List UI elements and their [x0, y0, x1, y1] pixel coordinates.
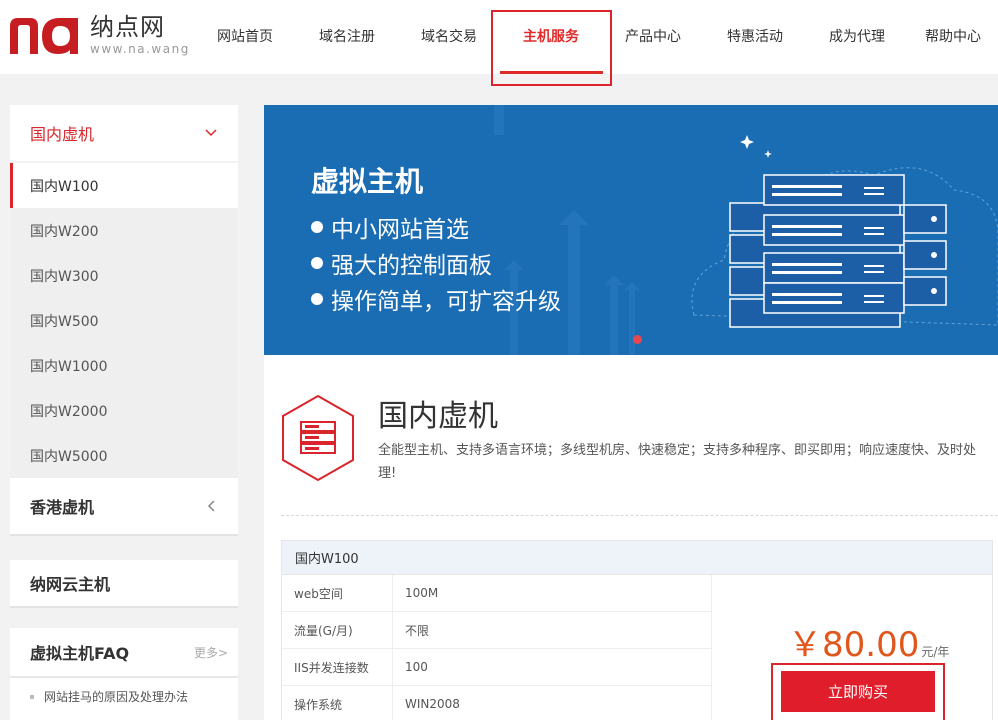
- price-area: ￥80.00 元/年 立即购买: [712, 575, 994, 720]
- logo-en-text: www.na.wang: [90, 42, 190, 56]
- sidebar-domestic-header[interactable]: 国内虚机: [10, 105, 238, 163]
- nav-agent[interactable]: 成为代理: [806, 0, 908, 74]
- sidebar-item-w500[interactable]: 国内W500: [10, 298, 238, 343]
- sidebar-domestic-title: 国内虚机: [30, 125, 95, 144]
- sidebar-item-w200[interactable]: 国内W200: [10, 208, 238, 253]
- banner-point: 中小网站首选: [311, 209, 561, 245]
- hosting-banner[interactable]: 虚拟主机 中小网站首选 强大的控制面板 操作简单，可扩容升级: [264, 105, 998, 355]
- logo-mark-icon: [10, 18, 78, 54]
- sidebar-item-w300[interactable]: 国内W300: [10, 253, 238, 298]
- plan-name: 国内W100: [282, 541, 992, 575]
- faq-header: 虚拟主机FAQ 更多>: [10, 628, 238, 678]
- buy-now-button[interactable]: 立即购买: [781, 671, 935, 712]
- sidebar-hongkong-title: 香港虚机: [30, 498, 95, 517]
- product-panel: 国内虚机 全能型主机、支持多语言环境；多线型机房、快速稳定；支持多种程序、即买即…: [264, 355, 998, 720]
- nav-help[interactable]: 帮助中心: [908, 0, 998, 74]
- spec-label: 操作系统: [282, 686, 393, 720]
- sidebar-cloud-title: 纳网云主机: [30, 575, 111, 594]
- spec-list: web空间 100M 流量(G/月) 不限 IIS并发连接数 100 操作系统 …: [282, 575, 712, 720]
- sidebar-faq: 虚拟主机FAQ 更多> 网站挂马的原因及处理办法: [10, 628, 238, 720]
- product-description: 全能型主机、支持多语言环境；多线型机房、快速稳定；支持多种程序、即买即用；响应速…: [378, 443, 977, 481]
- nav-products[interactable]: 产品中心: [602, 0, 704, 74]
- sidebar-item-w100[interactable]: 国内W100: [10, 163, 238, 208]
- spec-label: IIS并发连接数: [282, 649, 393, 685]
- site-logo[interactable]: 纳点网 www.na.wang: [8, 12, 190, 62]
- sidebar-domestic-list: 国内W100 国内W200 国内W300 国内W500 国内W1000 国内W2…: [10, 163, 238, 478]
- banner-point-text: 中小网站首选: [331, 217, 469, 243]
- sidebar-item-w1000[interactable]: 国内W1000: [10, 343, 238, 388]
- plan-table: 国内W100 web空间 100M 流量(G/月) 不限 IIS并发连接数 10…: [281, 540, 993, 720]
- faq-title: 虚拟主机FAQ: [30, 644, 130, 663]
- nav-home[interactable]: 网站首页: [194, 0, 296, 74]
- sidebar-cloud: 纳网云主机: [10, 560, 238, 608]
- server-hexagon-icon: [282, 394, 354, 482]
- spec-value: 不限: [393, 612, 712, 648]
- product-title: 国内虚机: [378, 399, 498, 434]
- table-row: IIS并发连接数 100: [282, 649, 712, 686]
- table-row: 流量(G/月) 不限: [282, 612, 712, 649]
- banner-point-text: 强大的控制面板: [331, 253, 492, 279]
- nav-domain-trade[interactable]: 域名交易: [398, 0, 500, 74]
- spec-label: web空间: [282, 575, 393, 611]
- nav-domain-register[interactable]: 域名注册: [296, 0, 398, 74]
- bullet-icon: [311, 257, 323, 269]
- price-value: ￥80.00: [788, 625, 920, 665]
- carousel-indicator[interactable]: [633, 335, 642, 344]
- sidebar-hongkong-header[interactable]: 香港虚机: [10, 478, 238, 536]
- logo-cn-text: 纳点网: [90, 13, 165, 41]
- banner-points: 中小网站首选 强大的控制面板 操作简单，可扩容升级: [311, 209, 561, 317]
- bullet-icon: [311, 221, 323, 233]
- bullet-icon: [30, 694, 34, 699]
- banner-point-text: 操作简单，可扩容升级: [331, 289, 561, 315]
- faq-item[interactable]: 网站挂马的原因及处理办法: [10, 678, 238, 705]
- nav-promotions[interactable]: 特惠活动: [704, 0, 806, 74]
- chevron-left-icon: [204, 499, 218, 513]
- sidebar-item-w5000[interactable]: 国内W5000: [10, 433, 238, 478]
- spec-label: 流量(G/月): [282, 612, 393, 648]
- faq-item-label: 网站挂马的原因及处理办法: [44, 690, 189, 704]
- faq-more-link[interactable]: 更多>: [194, 644, 228, 661]
- spec-value: 100M: [393, 575, 712, 611]
- sidebar-domestic: 国内虚机 国内W100 国内W200 国内W300 国内W500 国内W1000…: [10, 105, 238, 536]
- top-header: 纳点网 www.na.wang 网站首页 域名注册 域名交易 主机服务 产品中心…: [0, 0, 998, 86]
- nav-highlight-box: [491, 10, 612, 86]
- sidebar-cloud-header[interactable]: 纳网云主机: [10, 560, 238, 608]
- table-row: 操作系统 WIN2008: [282, 686, 712, 720]
- sidebar-item-w2000[interactable]: 国内W2000: [10, 388, 238, 433]
- price-display: ￥80.00 元/年: [788, 617, 949, 666]
- bullet-icon: [311, 293, 323, 305]
- nav-active-underline: [500, 71, 603, 74]
- table-row: web空间 100M: [282, 575, 712, 612]
- divider: [281, 515, 998, 516]
- banner-point: 强大的控制面板: [311, 245, 561, 281]
- spec-value: 100: [393, 649, 712, 685]
- banner-point: 操作简单，可扩容升级: [311, 281, 561, 317]
- price-unit: 元/年: [921, 645, 950, 659]
- spec-value: WIN2008: [393, 686, 712, 720]
- banner-title: 虚拟主机: [311, 165, 424, 198]
- chevron-down-icon: [204, 126, 218, 140]
